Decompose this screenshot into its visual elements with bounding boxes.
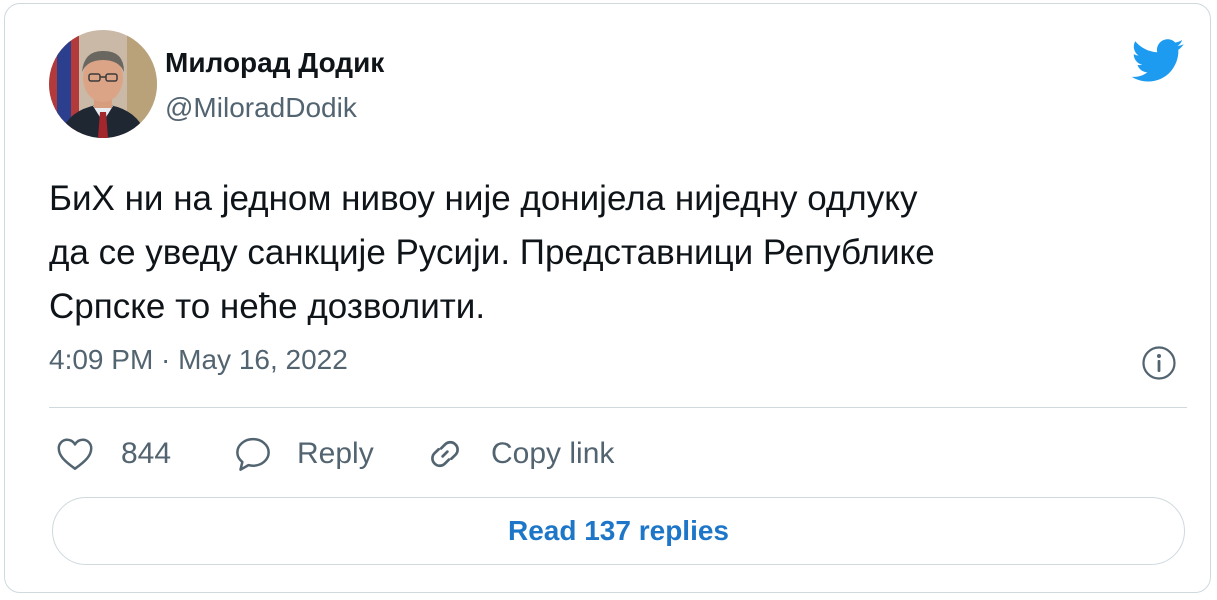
copy-link-button[interactable]: Copy link [425, 432, 614, 476]
twitter-bird-icon[interactable] [1131, 39, 1185, 83]
read-replies-button[interactable]: Read 137 replies [52, 497, 1185, 565]
avatar-image [49, 30, 157, 138]
tweet-text-line: Српске то неће дозволити. [49, 287, 486, 326]
info-icon[interactable] [1141, 345, 1177, 381]
link-icon [425, 434, 465, 474]
tweet-text-line: БиХ ни на једном нивоу није донијела ниј… [49, 179, 918, 218]
avatar[interactable] [49, 30, 157, 138]
author-handle[interactable]: @MiloradDodik [165, 92, 357, 124]
tweet-text-line: да се уведу санкције Русији. Представниц… [49, 233, 935, 272]
tweet-text: БиХ ни на једном нивоу није донијела ниј… [49, 172, 1179, 334]
like-count: 844 [121, 437, 172, 470]
reply-label: Reply [297, 437, 374, 470]
copy-link-label: Copy link [491, 437, 615, 470]
heart-icon [55, 434, 95, 474]
like-button[interactable]: 844 [55, 432, 171, 476]
tweet-timestamp[interactable]: 4:09 PM · May 16, 2022 [49, 344, 348, 376]
speech-bubble-icon [233, 434, 273, 474]
tweet-card: Милорад Додик @MiloradDodik БиХ ни на је… [4, 3, 1211, 593]
author-name[interactable]: Милорад Додик [165, 47, 384, 79]
divider [49, 407, 1187, 408]
reply-button[interactable]: Reply [233, 432, 374, 476]
